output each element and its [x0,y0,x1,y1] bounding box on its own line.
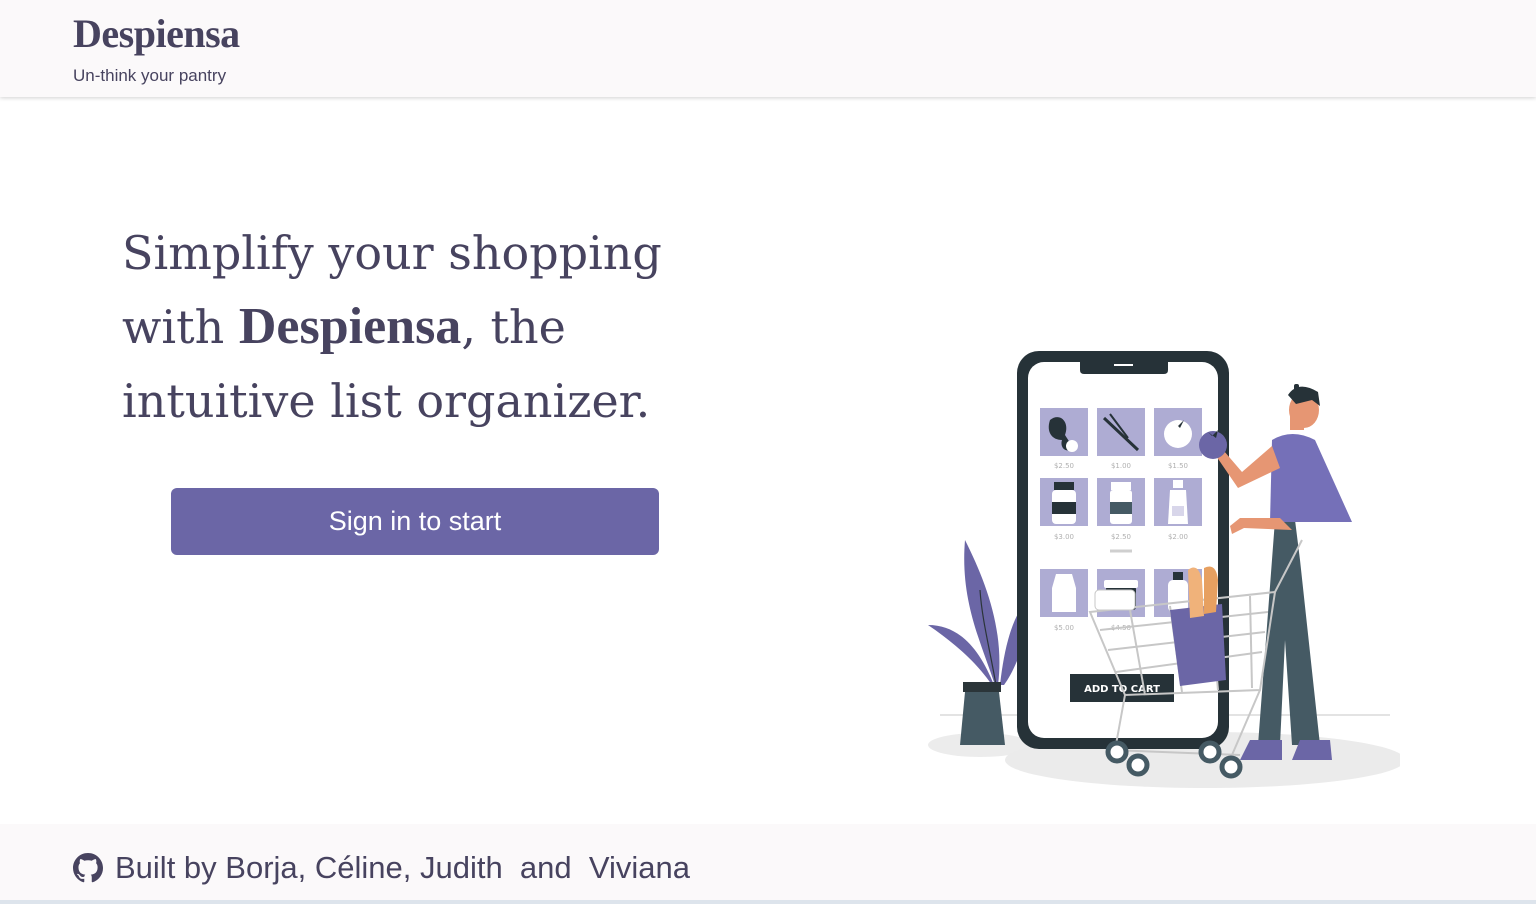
price-label: $1.00 [1111,462,1131,470]
price-label: $5.00 [1054,624,1074,632]
hero-heading: Simplify your shopping with Despiensa, t… [122,216,682,438]
shopping-illustration: $2.50 $1.00 $1.50 $3.00 $2.50 $2.00 $5.0… [928,351,1400,788]
price-label: $1.50 [1168,462,1188,470]
product-grid [1040,408,1202,617]
hero-brand-name: Despiensa [238,298,462,355]
brand-tagline: Un-think your pantry [73,66,227,85]
price-label: $2.50 [1111,533,1131,541]
hero-line-1: Simplify your shopping [122,226,662,280]
hero-line-2: with Despiensa, the [122,290,682,364]
footer-credits: Built by Borja, Céline, Judith and Vivia… [115,850,690,885]
site-footer: Built by Borja, Céline, Judith and Vivia… [0,824,1536,904]
price-label: $2.00 [1168,533,1188,541]
hero-line-2-suffix: , the [461,300,566,354]
price-label: $2.50 [1054,462,1074,470]
github-icon[interactable] [73,853,103,883]
site-header: Despiensa Un-think your pantry [0,0,1536,97]
hero-line-2-prefix: with [122,300,239,354]
sign-in-button[interactable]: Sign in to start [171,488,659,555]
price-label: $3.00 [1054,533,1074,541]
hero-line-3: intuitive list organizer. [122,374,651,428]
brand-logo[interactable]: Despiensa [73,10,240,57]
